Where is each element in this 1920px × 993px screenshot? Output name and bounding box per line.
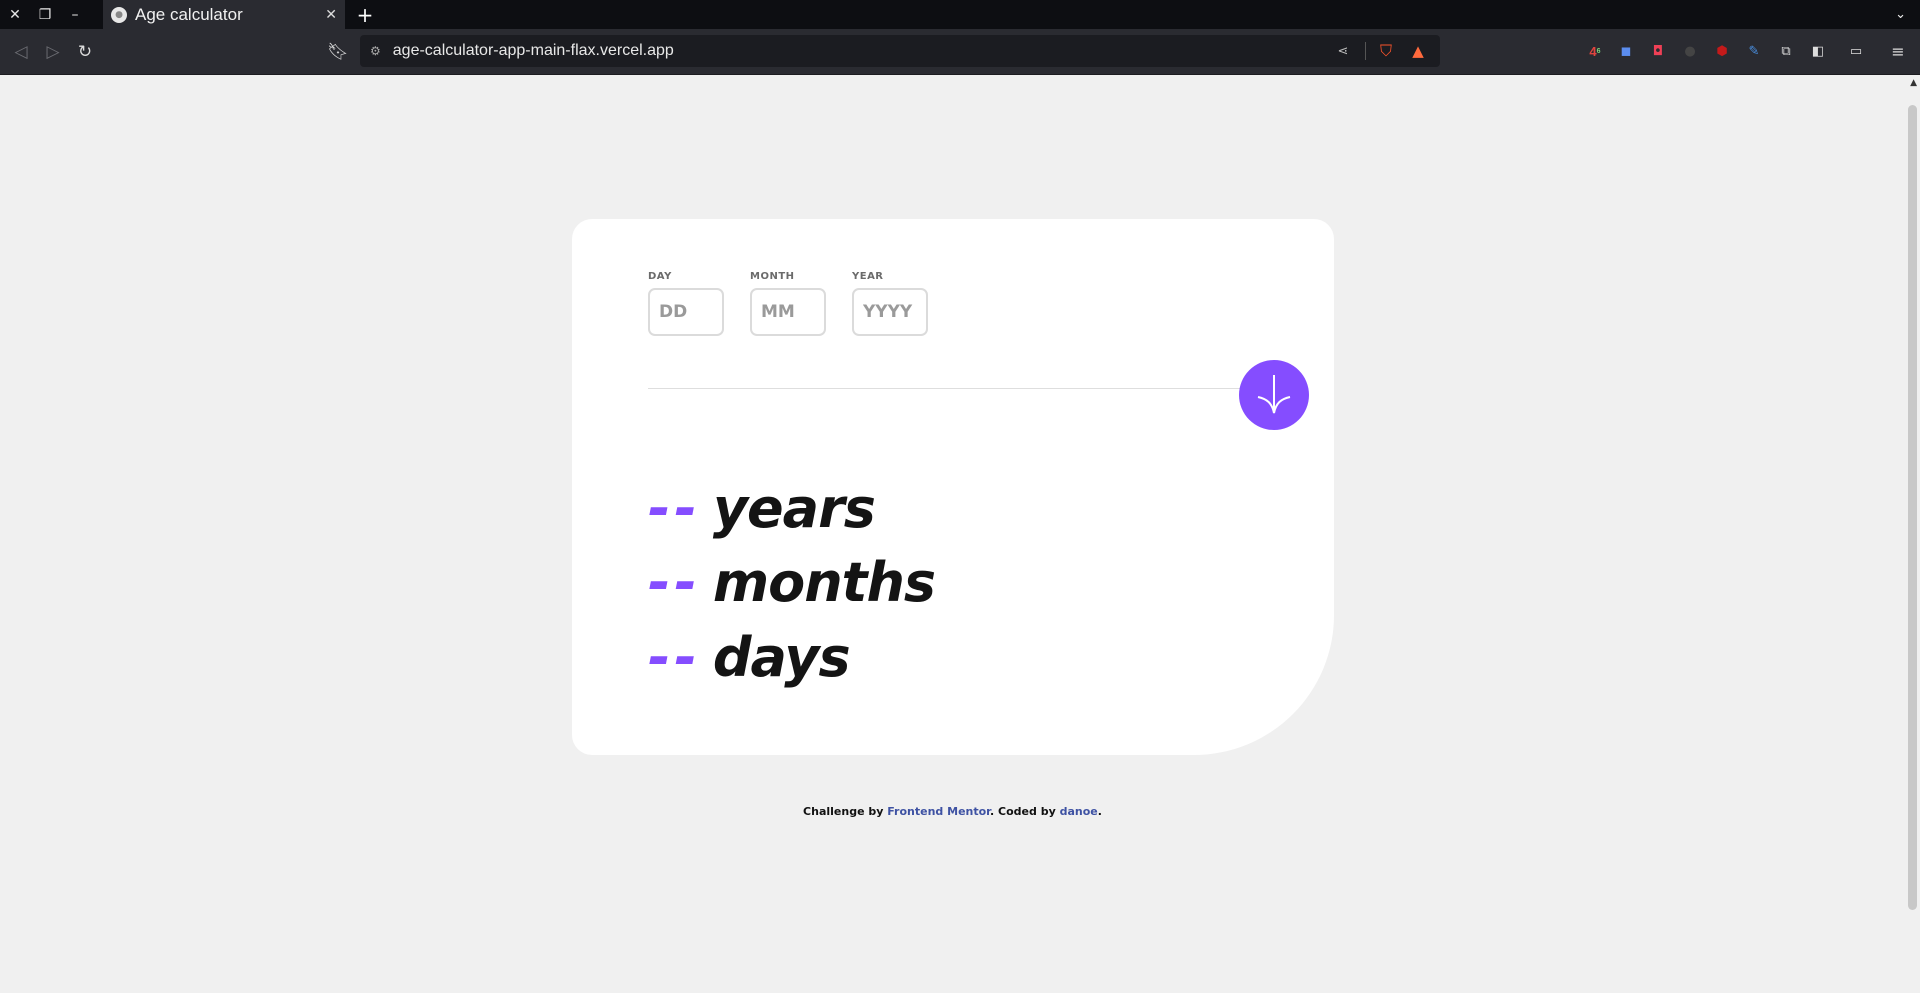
ublock-icon[interactable]: ⬢	[1709, 29, 1735, 74]
menu-icon[interactable]: ≡	[1885, 29, 1911, 74]
years-unit: years	[712, 477, 876, 540]
wallet-icon[interactable]: ▭	[1843, 29, 1869, 74]
day-label: DAY	[648, 271, 672, 282]
months-value: --	[648, 551, 701, 614]
day-field: DAY	[648, 271, 724, 336]
favicon-icon: ●	[111, 6, 127, 23]
age-calculator-card: DAY MONTH YEAR --years --months --days	[572, 219, 1334, 755]
extensions-puzzle-icon[interactable]: ⧉	[1773, 29, 1799, 74]
attribution: Challenge by Frontend Mentor. Coded by d…	[803, 805, 1102, 818]
brave-shields-icon[interactable]: ⛉	[1374, 39, 1398, 63]
frontend-mentor-link[interactable]: Frontend Mentor	[887, 805, 990, 818]
author-link[interactable]: danoe	[1060, 805, 1098, 818]
result-months: -- months	[648, 551, 936, 614]
month-field: MONTH	[750, 271, 826, 336]
scroll-up-icon[interactable]: ▲	[1910, 78, 1917, 88]
browser-tab[interactable]: ● Age calculator ✕	[103, 0, 345, 29]
translate-icon[interactable]: ✎	[1741, 29, 1767, 74]
minimize-window-icon[interactable]: –	[60, 0, 90, 29]
url-separator	[1365, 42, 1366, 60]
tab-title: Age calculator	[135, 4, 243, 24]
bitwarden-icon[interactable]: ◼	[1613, 29, 1639, 74]
extension-badge[interactable]: 46	[1582, 29, 1608, 74]
extension-icon[interactable]: ●	[1677, 29, 1703, 74]
arrow-down-icon	[1257, 375, 1291, 414]
result-days: -- days	[648, 626, 851, 689]
year-input[interactable]	[852, 288, 928, 336]
sidebar-icon[interactable]: ◧	[1805, 29, 1831, 74]
year-label: YEAR	[852, 271, 884, 282]
day-input[interactable]	[648, 288, 724, 336]
days-unit: days	[712, 626, 851, 689]
month-label: MONTH	[750, 271, 795, 282]
scrollbar-thumb[interactable]	[1908, 105, 1917, 910]
reload-icon[interactable]: ↻	[70, 29, 100, 74]
forward-icon[interactable]: ▷	[38, 29, 68, 74]
year-field: YEAR	[852, 271, 928, 336]
back-icon[interactable]: ◁	[6, 29, 36, 74]
close-tab-icon[interactable]: ✕	[325, 7, 337, 23]
bookmark-icon[interactable]: 🔖︎	[323, 29, 353, 74]
submit-button[interactable]	[1239, 360, 1309, 430]
chevron-down-icon[interactable]: ⌄	[1895, 0, 1906, 29]
days-value: --	[648, 626, 701, 689]
months-unit: months	[712, 551, 936, 614]
browser-toolbar: ◁ ▷ ↻ 🔖︎ ⚙ age-calculator-app-main-flax.…	[0, 29, 1920, 75]
url-text[interactable]: age-calculator-app-main-flax.vercel.app	[393, 42, 1323, 60]
month-input[interactable]	[750, 288, 826, 336]
divider-line	[648, 388, 1260, 389]
years-value: --	[648, 477, 701, 540]
address-bar[interactable]: ⚙ age-calculator-app-main-flax.vercel.ap…	[360, 35, 1440, 67]
site-info-icon[interactable]: ⚙	[370, 44, 381, 58]
pocket-icon[interactable]: ◘	[1645, 29, 1671, 74]
brave-rewards-icon[interactable]: ▲	[1406, 39, 1430, 63]
restore-window-icon[interactable]: ❐	[30, 0, 60, 29]
tab-bar: ✕ ❐ – ● Age calculator ✕ + ⌄	[0, 0, 1920, 29]
close-window-icon[interactable]: ✕	[0, 0, 30, 29]
share-icon[interactable]: ⋖	[1331, 39, 1355, 63]
new-tab-icon[interactable]: +	[352, 0, 378, 29]
result-years: -- years	[648, 477, 876, 540]
